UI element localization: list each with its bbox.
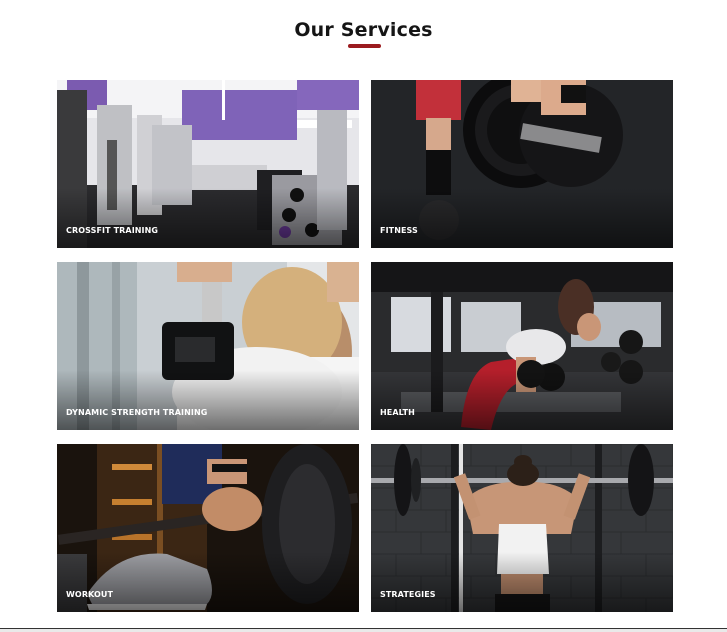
service-label: STRATEGIES — [380, 590, 436, 599]
image-overlay — [371, 370, 673, 430]
title-underline — [348, 44, 381, 48]
image-overlay — [57, 370, 359, 430]
service-card-health[interactable]: HEALTH — [371, 262, 673, 430]
service-label: CROSSFIT TRAINING — [66, 226, 159, 235]
service-card-fitness[interactable]: FITNESS — [371, 80, 673, 248]
image-overlay — [371, 188, 673, 248]
image-overlay — [57, 188, 359, 248]
image-overlay — [57, 552, 359, 612]
service-card-workout[interactable]: WORKOUT — [57, 444, 359, 612]
service-card-strategies[interactable]: STRATEGIES — [371, 444, 673, 612]
page-title: Our Services — [294, 19, 433, 41]
service-label: DYNAMIC STRENGTH TRAINING — [66, 408, 208, 417]
service-label: WORKOUT — [66, 590, 114, 599]
service-card-dynamic-strength-training[interactable]: DYNAMIC STRENGTH TRAINING — [57, 262, 359, 430]
service-label: HEALTH — [380, 408, 415, 417]
service-card-crossfit-training[interactable]: CROSSFIT TRAINING — [57, 80, 359, 248]
image-overlay — [371, 552, 673, 612]
service-label: FITNESS — [380, 226, 418, 235]
bottom-divider — [0, 628, 727, 632]
